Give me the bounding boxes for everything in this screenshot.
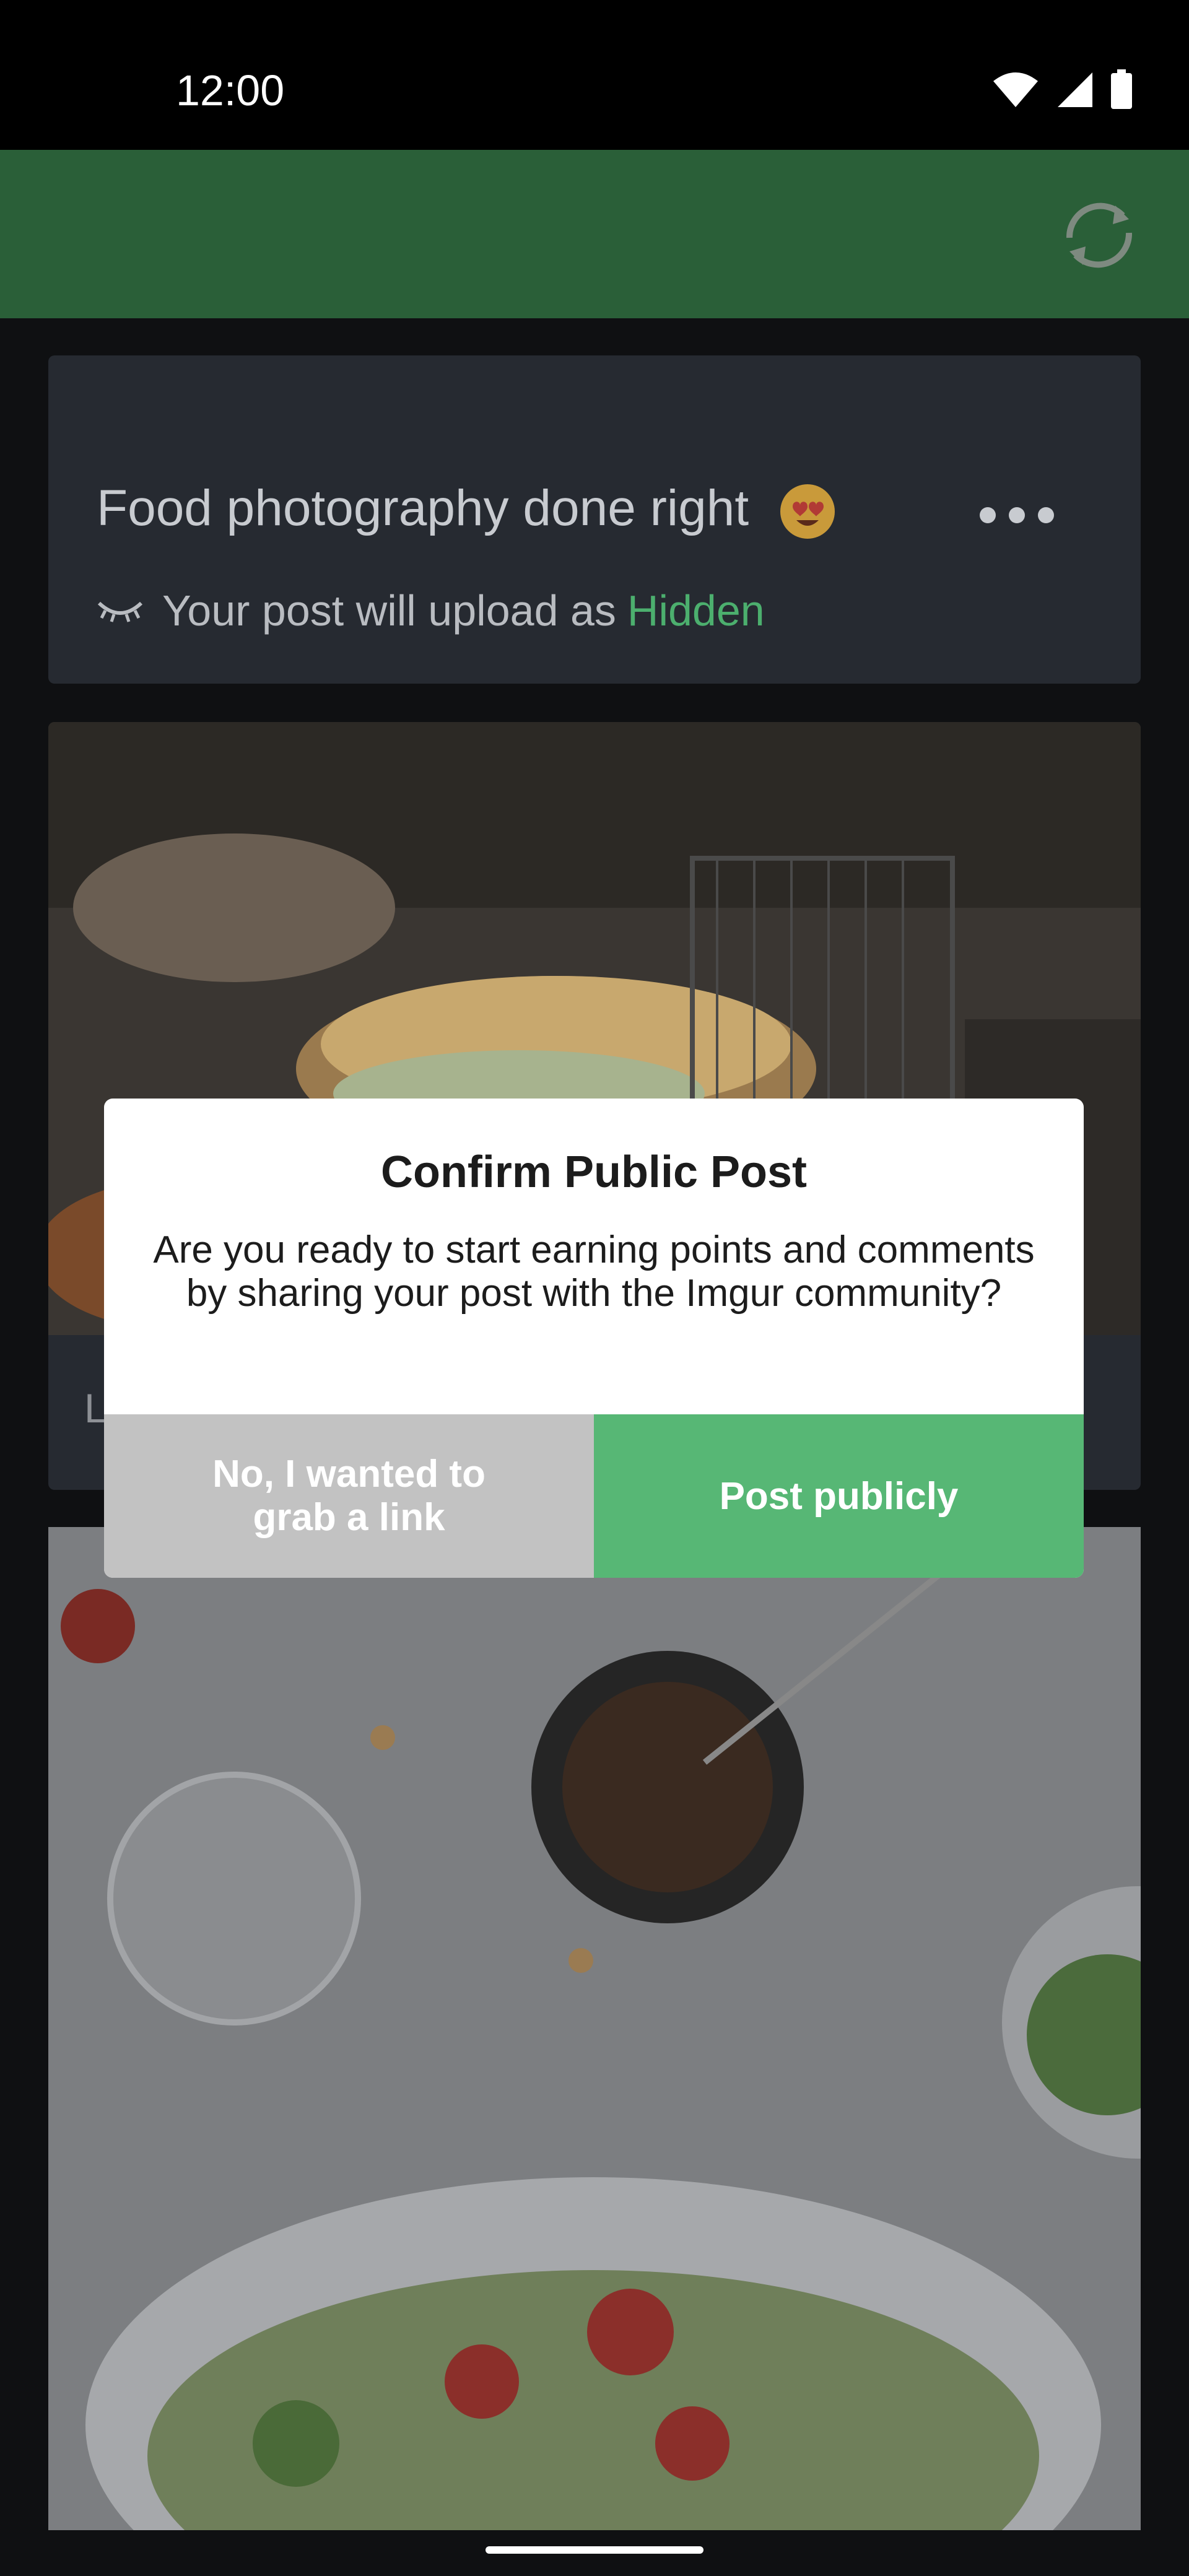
post-title[interactable]: Food photography done right <box>97 479 837 541</box>
wifi-icon <box>993 72 1038 107</box>
post-header-card: Food photography done right Your post wi… <box>48 355 1141 684</box>
visibility-row: Your post will upload as Hidden <box>97 586 765 635</box>
screen: 12:00 Food photography done right Your p… <box>0 0 1189 2576</box>
heart-eyes-emoji <box>780 484 835 539</box>
status-icons <box>992 69 1133 110</box>
dialog-title: Confirm Public Post <box>380 1147 808 1197</box>
app-bar <box>0 150 1189 318</box>
signal-icon <box>1058 72 1092 107</box>
post-publicly-button[interactable]: Post publicly <box>594 1414 1084 1578</box>
status-bar: 12:00 <box>0 0 1189 150</box>
status-time: 12:00 <box>176 66 285 115</box>
refresh-button[interactable] <box>1053 188 1146 281</box>
refresh-icon <box>1066 202 1133 268</box>
more-options-button[interactable] <box>980 497 1054 534</box>
more-dot <box>1038 507 1054 523</box>
food-photo-salad <box>48 1527 1141 2530</box>
visibility-prefix: Your post will upload as <box>162 586 616 635</box>
closed-eye-icon <box>97 601 143 622</box>
dialog-message: Are you ready to start earning points an… <box>153 1229 1035 1315</box>
image-card <box>48 1527 1141 2530</box>
dialog-buttons: No, I wanted to grab a link Post publicl… <box>104 1414 1084 1578</box>
gesture-nav-bar[interactable] <box>486 2546 703 2554</box>
visibility-toggle[interactable]: Hidden <box>627 586 765 635</box>
battery-icon <box>1111 69 1132 109</box>
more-dot <box>980 507 996 523</box>
post-title-text: Food photography done right <box>97 480 749 536</box>
grab-link-button[interactable]: No, I wanted to grab a link <box>104 1414 594 1578</box>
confirm-public-post-dialog: Confirm Public Post Are you ready to sta… <box>104 1099 1084 1578</box>
more-dot <box>1009 507 1025 523</box>
